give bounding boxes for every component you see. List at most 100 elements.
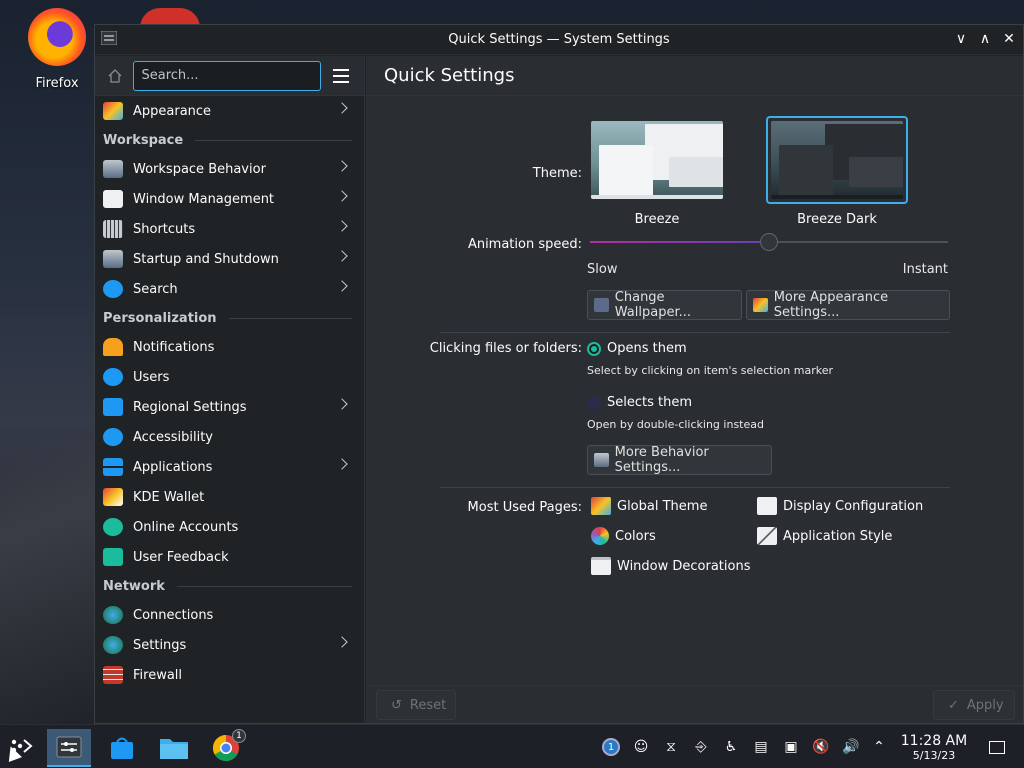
search-icon bbox=[103, 280, 123, 298]
chevron-right-icon bbox=[336, 398, 348, 410]
chevron-up-icon[interactable]: ⌃ bbox=[868, 737, 890, 757]
more-behavior-button[interactable]: More Behavior Settings... bbox=[587, 445, 772, 475]
home-icon[interactable] bbox=[103, 63, 127, 89]
change-wallpaper-button[interactable]: Change Wallpaper... bbox=[587, 290, 742, 320]
sidebar-item-notifications[interactable]: Notifications bbox=[95, 332, 364, 362]
connections-icon bbox=[103, 606, 123, 624]
sidebar-item-settings[interactable]: Settings bbox=[95, 630, 364, 660]
sidebar-item-window-management[interactable]: Window Management bbox=[95, 184, 364, 214]
sidebar-item-workspace-behavior[interactable]: Workspace Behavior bbox=[95, 154, 364, 184]
audio-muted-icon[interactable]: 🔇 bbox=[810, 737, 832, 757]
sidebar-item-firewall[interactable]: Firewall bbox=[95, 660, 364, 690]
sidebar-item-online-accounts[interactable]: Online Accounts bbox=[95, 512, 364, 542]
window-title: Quick Settings — System Settings bbox=[448, 32, 670, 47]
most-used-window-decorations[interactable]: Window Decorations bbox=[591, 557, 751, 575]
chevron-right-icon bbox=[336, 220, 348, 232]
volume-icon[interactable]: 🔊 bbox=[840, 737, 862, 757]
folder-icon bbox=[160, 739, 188, 759]
sidebar-item-label: Firewall bbox=[133, 667, 183, 683]
global-theme-icon bbox=[591, 497, 611, 515]
taskbar: 1 1 ☺ ⧖ ⎆ ♿ ▤ ▣ 🔇 🔊 ⌃ 11:28 AM 5/13/23 bbox=[0, 724, 1024, 768]
opens-them-label[interactable]: Opens them bbox=[607, 341, 687, 356]
search-input[interactable] bbox=[132, 60, 321, 91]
minimize-icon[interactable]: ∨ bbox=[951, 29, 971, 49]
most-used-colors-label: Colors bbox=[615, 528, 656, 544]
animation-slider-handle[interactable] bbox=[760, 233, 778, 251]
sidebar-item-label: KDE Wallet bbox=[133, 489, 205, 505]
chevron-right-icon bbox=[336, 190, 348, 202]
animation-speed-label: Animation speed: bbox=[467, 237, 582, 252]
page-title: Quick Settings bbox=[384, 65, 515, 86]
theme-label: Theme: bbox=[532, 166, 582, 181]
online-accounts-icon bbox=[103, 518, 123, 536]
sidebar-item-label: User Feedback bbox=[133, 549, 229, 565]
separator bbox=[440, 332, 950, 333]
sidebar-item-accessibility[interactable]: Accessibility bbox=[95, 422, 364, 452]
sidebar-item-label: Workspace Behavior bbox=[133, 161, 266, 177]
accessibility-icon[interactable]: ♿ bbox=[720, 737, 742, 757]
shortcuts-icon bbox=[103, 220, 123, 238]
screenshot-icon[interactable]: ▣ bbox=[780, 737, 802, 757]
taskbar-chrome[interactable]: 1 bbox=[204, 729, 248, 767]
clock[interactable]: 11:28 AM 5/13/23 bbox=[898, 733, 970, 762]
sidebar-item-appearance[interactable]: Appearance bbox=[95, 96, 364, 126]
opens-them-hint: Select by clicking on item's selection m… bbox=[587, 364, 833, 377]
main-header: Quick Settings bbox=[366, 56, 1023, 96]
taskbar-dolphin[interactable] bbox=[152, 729, 196, 767]
firefox-icon bbox=[28, 8, 86, 66]
more-appearance-button[interactable]: More Appearance Settings... bbox=[746, 290, 950, 320]
notification-count: 1 bbox=[602, 738, 620, 756]
sidebar-item-applications[interactable]: Applications bbox=[95, 452, 364, 482]
theme-card-breeze[interactable] bbox=[586, 116, 728, 204]
sidebar-item-users[interactable]: Users bbox=[95, 362, 364, 392]
discover-store-icon bbox=[111, 737, 133, 759]
hamburger-menu-icon[interactable] bbox=[332, 63, 357, 89]
chevron-right-icon bbox=[336, 280, 348, 292]
most-used-global-theme[interactable]: Global Theme bbox=[591, 497, 707, 515]
reset-button[interactable]: ↺ Reset bbox=[376, 690, 456, 720]
regional-settings-icon bbox=[103, 398, 123, 416]
reset-label: Reset bbox=[409, 697, 447, 713]
clipboard-icon[interactable]: ▤ bbox=[750, 737, 772, 757]
apply-label: Apply bbox=[966, 697, 1004, 713]
sidebar-item-regional-settings[interactable]: Regional Settings bbox=[95, 392, 364, 422]
desktop-icon-firefox[interactable]: Firefox bbox=[18, 8, 96, 91]
selects-them-label[interactable]: Selects them bbox=[607, 395, 692, 410]
selects-them-radio[interactable] bbox=[587, 396, 601, 410]
show-desktop-icon[interactable] bbox=[986, 737, 1008, 757]
more-behavior-label: More Behavior Settings... bbox=[614, 445, 709, 475]
sidebar-item-search[interactable]: Search bbox=[95, 274, 364, 304]
sidebar-item-connections[interactable]: Connections bbox=[95, 600, 364, 630]
kde-connect-icon[interactable]: ⧖ bbox=[660, 737, 682, 757]
title-bar[interactable]: Quick Settings — System Settings ∨ ∧ ✕ bbox=[95, 25, 1023, 55]
desktop-icon-label: Firefox bbox=[35, 76, 79, 91]
sidebar-item-label: Connections bbox=[133, 607, 214, 623]
system-settings-window: Quick Settings — System Settings ∨ ∧ ✕ A… bbox=[94, 24, 1024, 724]
sidebar-item-label: Regional Settings bbox=[133, 399, 247, 415]
sidebar-item-label: Shortcuts bbox=[133, 221, 196, 237]
most-used-display-configuration[interactable]: Display Configuration bbox=[757, 497, 923, 515]
close-icon[interactable]: ✕ bbox=[999, 29, 1019, 49]
user-icon[interactable]: ☺ bbox=[630, 737, 652, 757]
opens-them-radio[interactable] bbox=[587, 342, 601, 356]
sidebar-item-user-feedback[interactable]: User Feedback bbox=[95, 542, 364, 572]
settings-app-icon bbox=[101, 31, 117, 45]
taskbar-system-settings[interactable] bbox=[47, 729, 91, 767]
apply-button[interactable]: ✓ Apply bbox=[933, 690, 1015, 720]
accessibility-icon bbox=[103, 428, 123, 446]
theme-card-breeze-dark[interactable] bbox=[766, 116, 908, 204]
most-used-application-style[interactable]: Application Style bbox=[757, 527, 892, 545]
taskbar-discover[interactable] bbox=[100, 729, 144, 767]
chevron-right-icon bbox=[336, 636, 348, 648]
most-used-colors[interactable]: Colors bbox=[591, 527, 656, 545]
appearance-icon bbox=[753, 298, 768, 312]
updates-icon[interactable]: ⎆ bbox=[690, 737, 712, 757]
checkmark-icon: ✓ bbox=[948, 697, 959, 713]
notification-count-icon[interactable]: 1 bbox=[600, 737, 622, 757]
maximize-icon[interactable]: ∧ bbox=[975, 29, 995, 49]
firewall-icon bbox=[103, 666, 123, 684]
sidebar-item-startup-and-shutdown[interactable]: Startup and Shutdown bbox=[95, 244, 364, 274]
sidebar-item-shortcuts[interactable]: Shortcuts bbox=[95, 214, 364, 244]
sidebar-item-label: Settings bbox=[133, 637, 187, 653]
sidebar-item-kde-wallet[interactable]: KDE Wallet bbox=[95, 482, 364, 512]
